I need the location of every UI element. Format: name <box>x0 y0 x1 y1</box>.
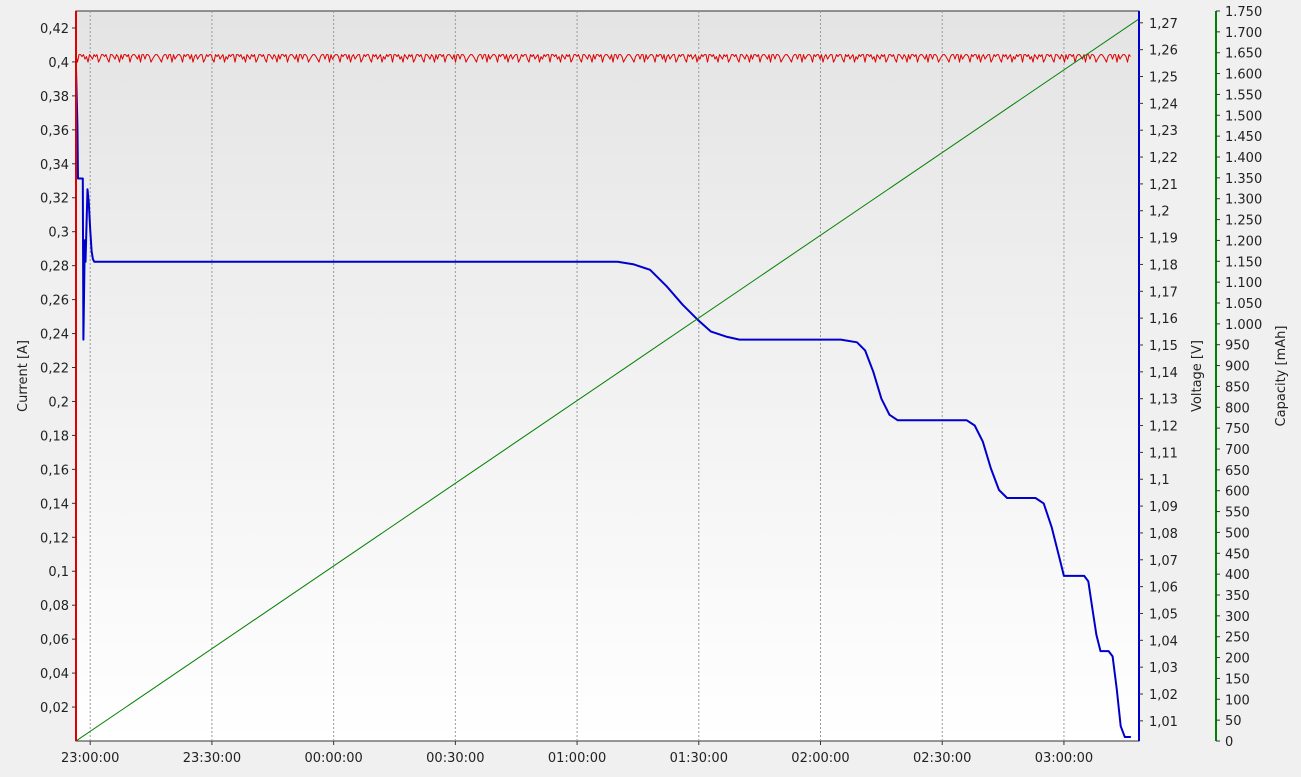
capacity-tick-label: 300 <box>1225 610 1250 625</box>
voltage-tick-label: 1,01 <box>1149 715 1178 730</box>
x-tick-label: 02:00:00 <box>791 751 849 766</box>
capacity-tick-label: 400 <box>1225 568 1250 583</box>
x-tick-label: 23:00:00 <box>61 751 119 766</box>
capacity-tick-label: 800 <box>1225 401 1250 416</box>
x-tick-label: 00:00:00 <box>304 751 362 766</box>
voltage-tick-label: 1,26 <box>1149 44 1178 59</box>
capacity-tick-label: 850 <box>1225 380 1250 395</box>
current-tick-label: 0,26 <box>40 294 69 309</box>
capacity-tick-label: 1.400 <box>1225 151 1262 166</box>
capacity-tick-label: 0 <box>1225 735 1233 750</box>
current-tick-label: 0,38 <box>40 90 69 105</box>
voltage-tick-label: 1,17 <box>1149 285 1178 300</box>
capacity-tick-label: 1.250 <box>1225 214 1262 229</box>
current-tick-label: 0,2 <box>48 395 69 410</box>
capacity-tick-label: 1.700 <box>1225 26 1262 41</box>
capacity-tick-label: 1.600 <box>1225 68 1262 83</box>
current-tick-label: 0,22 <box>40 362 69 377</box>
voltage-tick-label: 1,14 <box>1149 366 1178 381</box>
x-tick-label: 03:00:00 <box>1035 751 1093 766</box>
capacity-tick-label: 250 <box>1225 631 1250 646</box>
x-tick-label: 01:30:00 <box>670 751 728 766</box>
capacity-tick-label: 1.500 <box>1225 109 1262 124</box>
capacity-tick-label: 1.150 <box>1225 255 1262 270</box>
current-tick-label: 0,24 <box>40 328 69 343</box>
current-tick-label: 0,04 <box>40 667 69 682</box>
capacity-tick-label: 950 <box>1225 339 1250 354</box>
x-tick-label: 02:30:00 <box>913 751 971 766</box>
voltage-tick-label: 1,25 <box>1149 71 1178 86</box>
current-tick-label: 0,28 <box>40 260 69 275</box>
current-tick-label: 0,3 <box>48 226 69 241</box>
voltage-tick-label: 1,22 <box>1149 151 1178 166</box>
current-tick-label: 0,1 <box>48 565 69 580</box>
capacity-tick-label: 700 <box>1225 443 1250 458</box>
capacity-tick-label: 650 <box>1225 464 1250 479</box>
voltage-tick-label: 1,12 <box>1149 420 1178 435</box>
capacity-tick-label: 1.050 <box>1225 297 1262 312</box>
voltage-tick-label: 1,23 <box>1149 124 1178 139</box>
current-tick-label: 0,08 <box>40 599 69 614</box>
capacity-tick-label: 1.100 <box>1225 276 1262 291</box>
voltage-tick-label: 1,02 <box>1149 688 1178 703</box>
voltage-tick-label: 1,04 <box>1149 634 1178 649</box>
capacity-tick-label: 1.000 <box>1225 318 1262 333</box>
voltage-tick-label: 1,21 <box>1149 178 1178 193</box>
voltage-tick-label: 1,05 <box>1149 607 1178 622</box>
capacity-tick-label: 350 <box>1225 589 1250 604</box>
plot-area <box>75 10 1140 742</box>
voltage-tick-label: 1,15 <box>1149 339 1178 354</box>
voltage-tick-label: 1,19 <box>1149 232 1178 247</box>
capacity-tick-label: 450 <box>1225 547 1250 562</box>
current-tick-label: 0,14 <box>40 497 69 512</box>
capacity-tick-label: 1.750 <box>1225 5 1262 20</box>
current-tick-label: 0,16 <box>40 463 69 478</box>
capacity-tick-label: 1.200 <box>1225 234 1262 249</box>
current-tick-label: 0,32 <box>40 192 69 207</box>
capacity-tick-label: 1.450 <box>1225 130 1262 145</box>
voltage-tick-label: 1,27 <box>1149 17 1178 32</box>
x-tick-label: 23:30:00 <box>183 751 241 766</box>
voltage-tick-label: 1,11 <box>1149 446 1178 461</box>
current-tick-label: 0,42 <box>40 22 69 37</box>
capacity-axis-title: Capacity [mAh] <box>1274 326 1289 427</box>
voltage-tick-label: 1,08 <box>1149 527 1178 542</box>
x-tick-label: 01:00:00 <box>548 751 606 766</box>
voltage-tick-label: 1,1 <box>1149 473 1170 488</box>
current-tick-label: 0,18 <box>40 429 69 444</box>
voltage-tick-label: 1,2 <box>1149 205 1170 220</box>
capacity-tick-label: 1.650 <box>1225 47 1262 62</box>
capacity-tick-label: 500 <box>1225 526 1250 541</box>
voltage-tick-label: 1,13 <box>1149 393 1178 408</box>
x-tick-label: 00:30:00 <box>426 751 484 766</box>
voltage-tick-label: 1,03 <box>1149 661 1178 676</box>
capacity-tick-label: 1.300 <box>1225 193 1262 208</box>
capacity-tick-label: 1.350 <box>1225 172 1262 187</box>
current-tick-label: 0,4 <box>48 56 69 71</box>
capacity-tick-label: 200 <box>1225 652 1250 667</box>
capacity-tick-label: 750 <box>1225 422 1250 437</box>
capacity-tick-label: 150 <box>1225 672 1250 687</box>
current-tick-label: 0,12 <box>40 531 69 546</box>
capacity-tick-label: 550 <box>1225 506 1250 521</box>
voltage-tick-label: 1,24 <box>1149 97 1178 112</box>
current-tick-label: 0,06 <box>40 633 69 648</box>
voltage-tick-label: 1,06 <box>1149 581 1178 596</box>
capacity-tick-label: 600 <box>1225 485 1250 500</box>
voltage-axis-title: Voltage [V] <box>1190 340 1205 412</box>
capacity-tick-label: 100 <box>1225 693 1250 708</box>
chart: 23:00:00 23:30:00 00:00:00 00:30:00 01:00:00… <box>0 0 1301 777</box>
capacity-tick-label: 1.550 <box>1225 88 1262 103</box>
current-tick-label: 0,36 <box>40 124 69 139</box>
voltage-tick-label: 1,09 <box>1149 500 1178 515</box>
current-tick-label: 0,02 <box>40 701 69 716</box>
current-tick-label: 0,34 <box>40 158 69 173</box>
voltage-tick-label: 1,18 <box>1149 258 1178 273</box>
current-axis-title: Current [A] <box>16 340 31 412</box>
voltage-tick-label: 1,07 <box>1149 554 1178 569</box>
capacity-tick-label: 50 <box>1225 714 1242 729</box>
capacity-tick-label: 900 <box>1225 360 1250 375</box>
voltage-tick-label: 1,16 <box>1149 312 1178 327</box>
